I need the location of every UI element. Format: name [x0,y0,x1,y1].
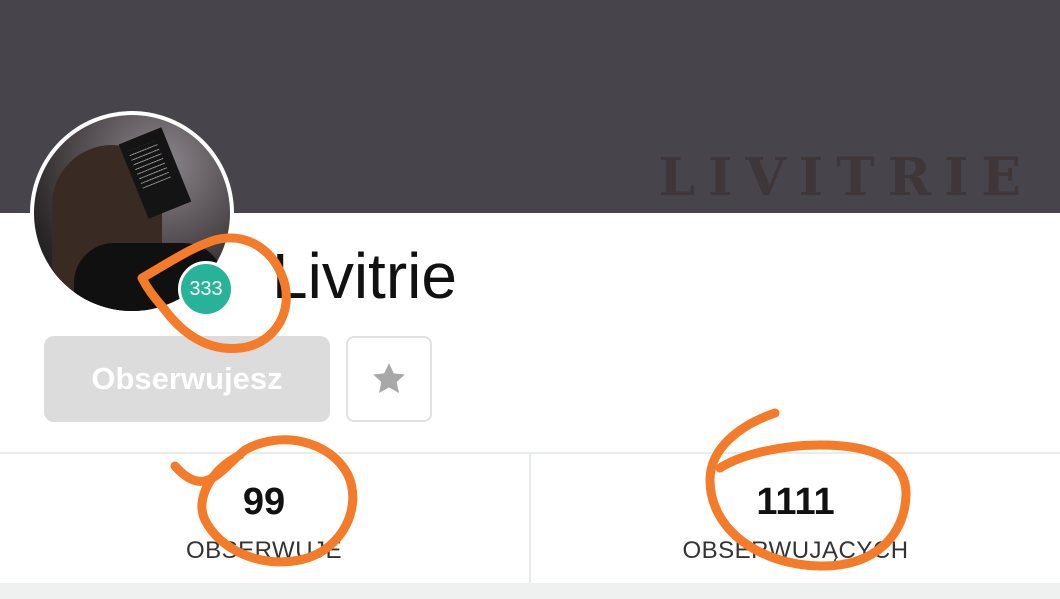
banner-brand-text: LIVITRIE [658,147,1034,208]
footer-strip [0,583,1060,599]
profile-username: Livitrie [272,240,457,312]
star-icon [373,363,405,393]
profile-stats: 99 OBSERWUJE 1111 OBSERWUJĄCYCH [0,452,1060,585]
follow-button[interactable]: Obserwujesz [44,336,330,422]
following-count: 99 [242,481,286,523]
followers-label: OBSERWUJĄCYCH [682,537,909,564]
favorite-button[interactable] [346,336,432,422]
followers-count: 1111 [756,481,835,523]
followers-stat[interactable]: 1111 OBSERWUJĄCYCH [531,454,1060,583]
level-badge: 333 [178,261,234,317]
following-stat[interactable]: 99 OBSERWUJE [0,454,528,583]
following-label: OBSERWUJE [185,537,343,564]
